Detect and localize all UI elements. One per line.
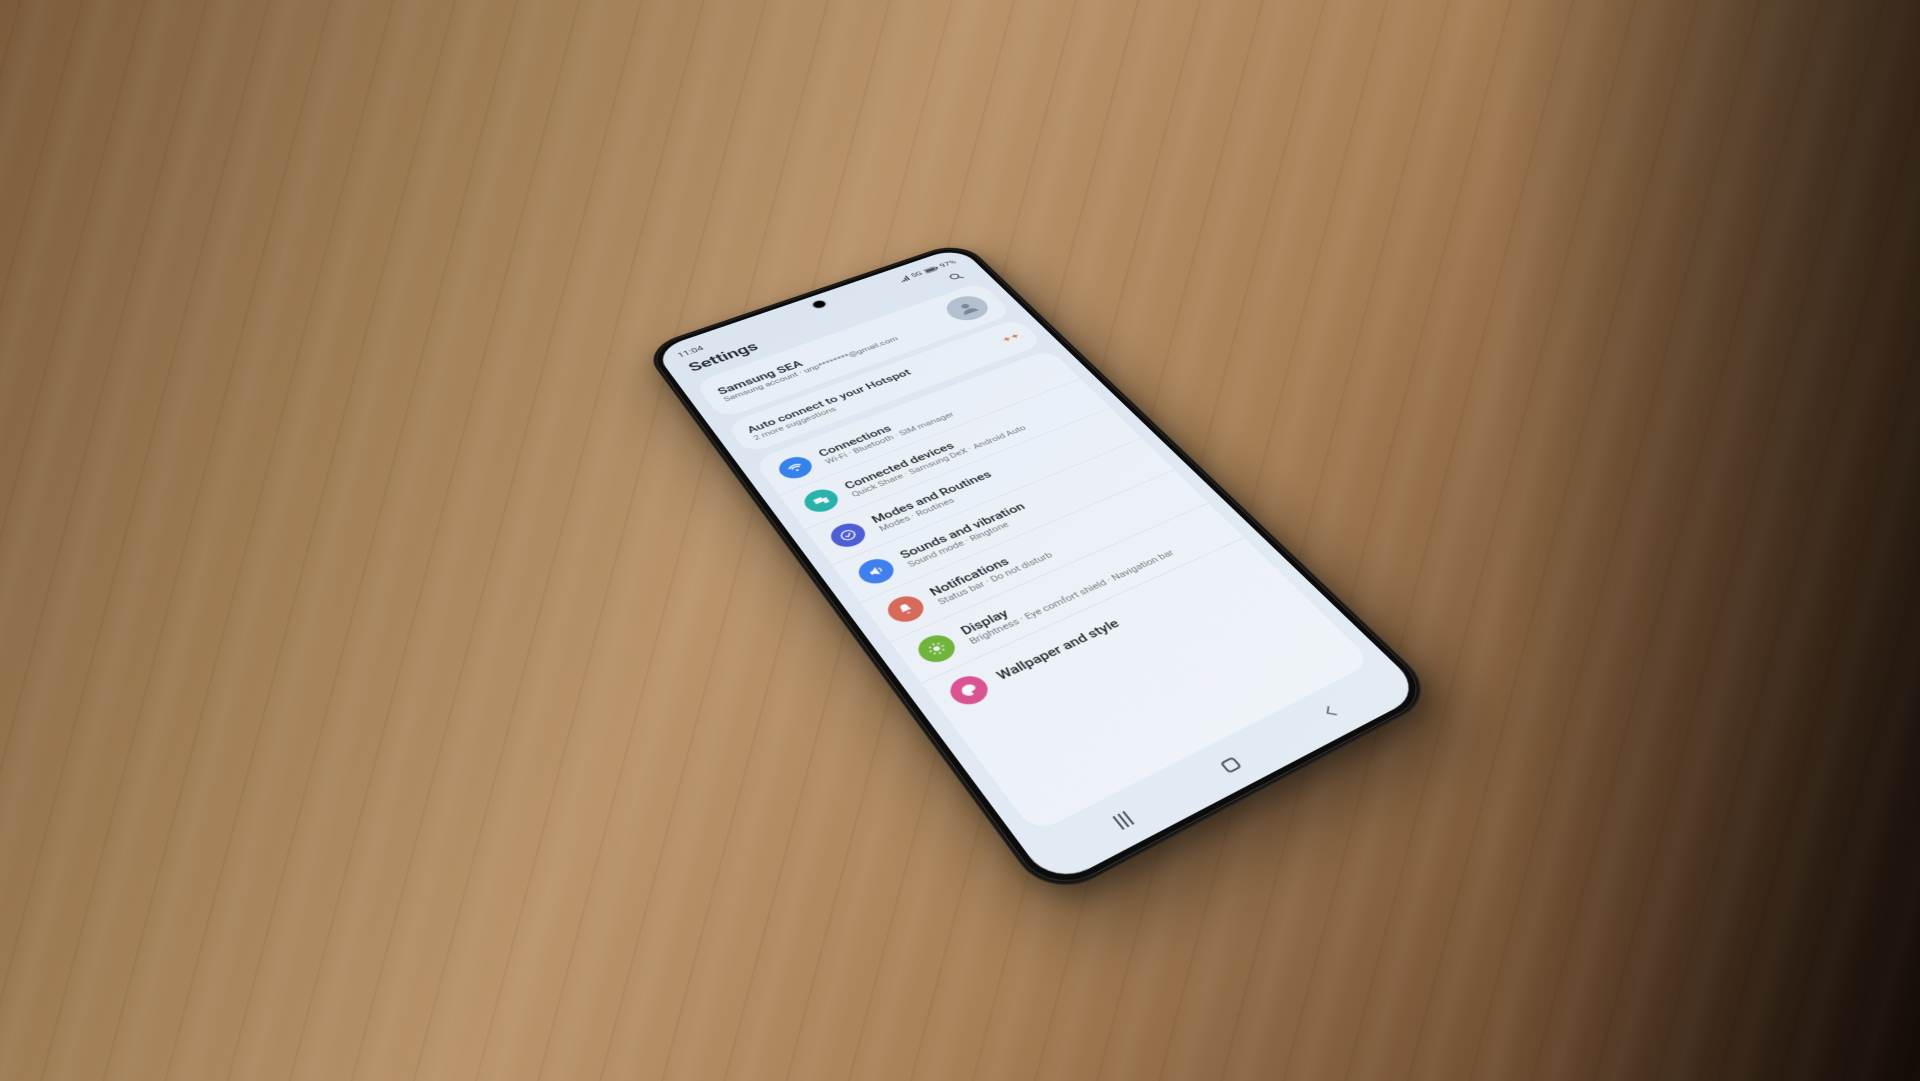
wifi-icon bbox=[774, 453, 817, 482]
home-icon bbox=[1220, 756, 1242, 773]
bell-icon bbox=[882, 591, 930, 626]
phone-device: 11:04 5G 97% Settings bbox=[642, 240, 1441, 901]
avatar[interactable] bbox=[939, 291, 995, 324]
home-button[interactable] bbox=[1206, 749, 1256, 781]
palette-icon bbox=[944, 671, 995, 710]
recents-button[interactable] bbox=[1096, 803, 1150, 838]
sun-icon bbox=[912, 630, 961, 667]
check-icon bbox=[825, 519, 871, 551]
devices-icon bbox=[799, 485, 844, 516]
back-icon bbox=[1317, 700, 1348, 724]
back-button[interactable] bbox=[1306, 695, 1360, 730]
sound-icon bbox=[853, 554, 900, 587]
recents-icon bbox=[1112, 811, 1134, 830]
search-button[interactable] bbox=[942, 268, 971, 285]
tabletop-scene: 11:04 5G 97% Settings bbox=[0, 0, 1920, 1081]
phone-screen: 11:04 5G 97% Settings bbox=[653, 246, 1425, 887]
person-icon bbox=[951, 298, 984, 317]
search-icon bbox=[945, 270, 968, 283]
sparkle-icon: ✦✦ bbox=[999, 331, 1022, 344]
